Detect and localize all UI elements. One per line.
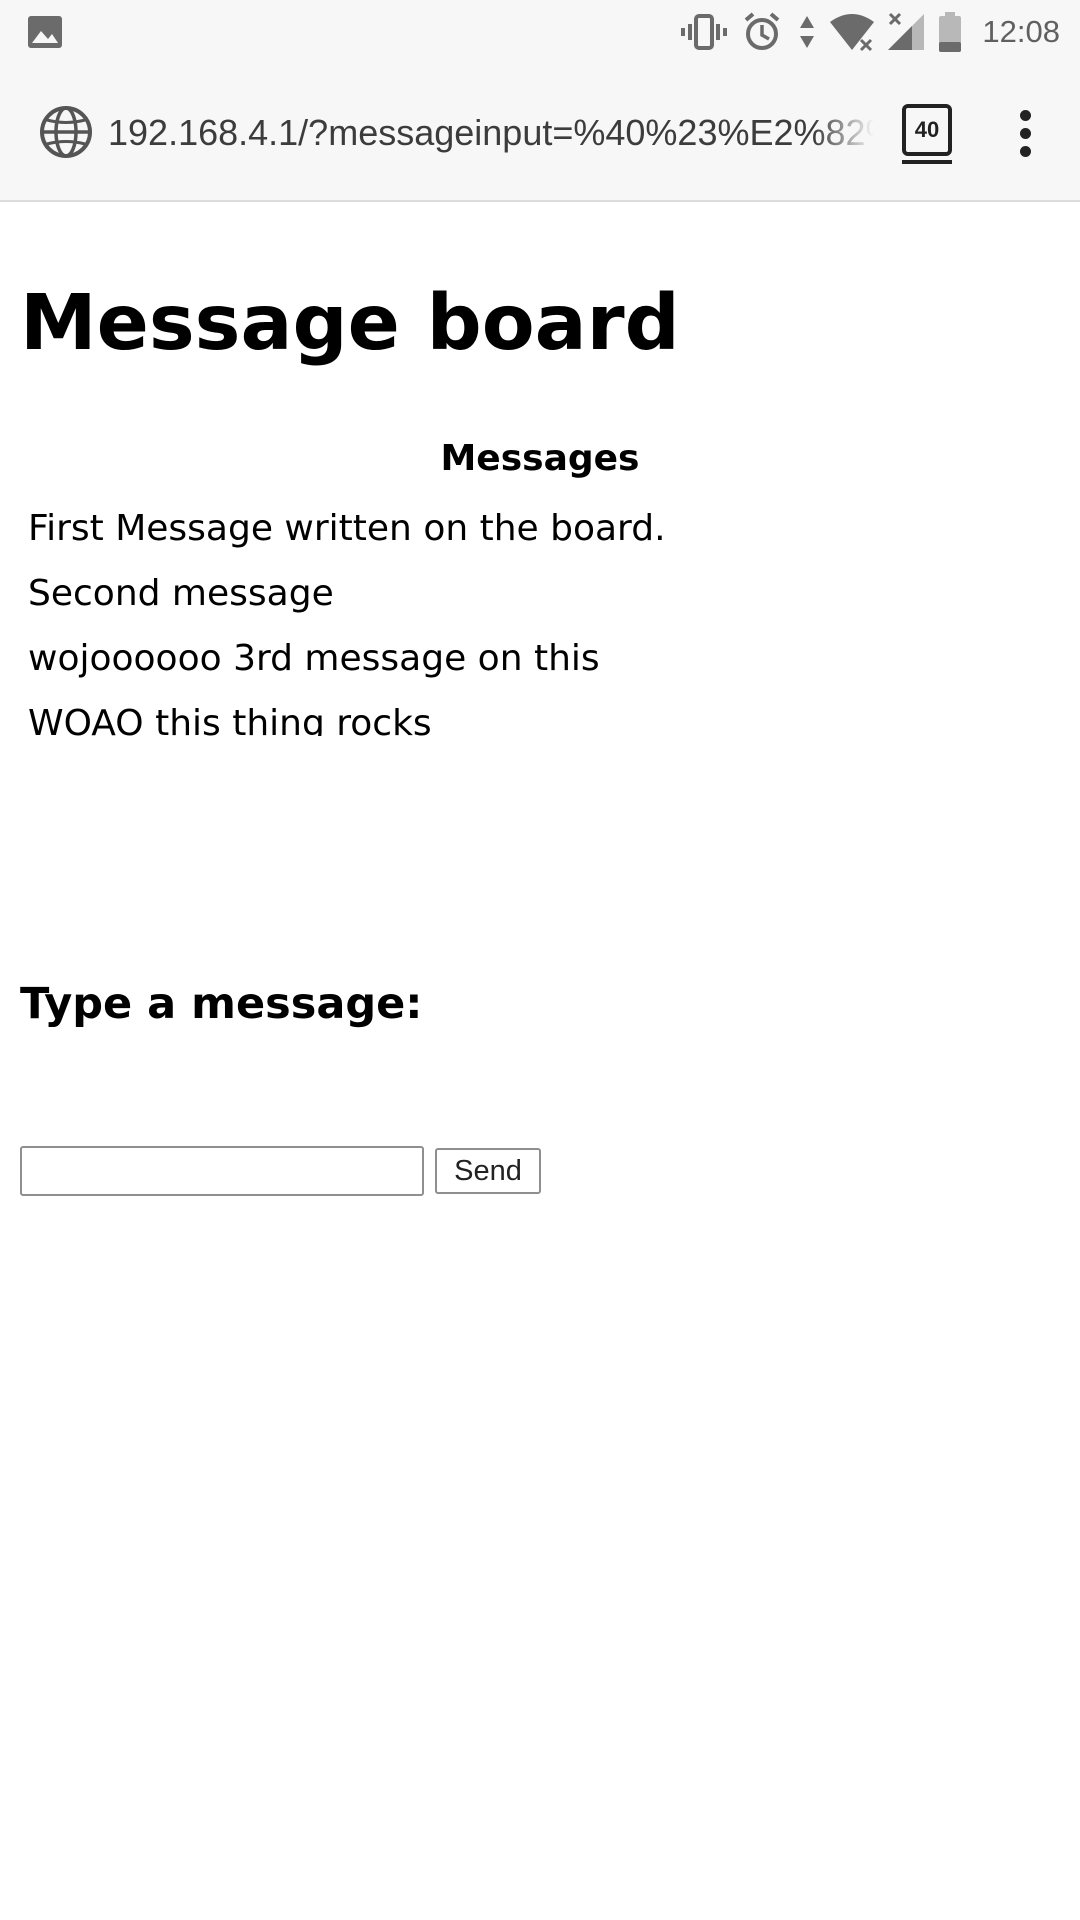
tab-switcher-button[interactable]: 40	[902, 104, 952, 156]
messages-heading: Messages	[440, 438, 640, 479]
message-item: First Message written on the board.	[28, 508, 666, 549]
message-item: Second message	[28, 573, 334, 614]
browser-toolbar: 192.168.4.1/?messageinput=%40%23%E2%82%A…	[0, 64, 1080, 202]
message-input[interactable]	[20, 1146, 424, 1196]
tab-switcher-underline	[902, 160, 952, 164]
vibrate-icon	[681, 14, 728, 50]
menu-dot-icon	[1020, 110, 1031, 121]
menu-dot-icon	[1020, 128, 1031, 139]
battery-icon	[939, 12, 962, 52]
message-item: wojoooooo 3rd message on this	[28, 638, 600, 679]
status-time: 12:08	[982, 14, 1060, 49]
status-bar: 12:08	[0, 0, 1080, 64]
url-bar[interactable]: 192.168.4.1/?messageinput=%40%23%E2%82%A…	[108, 108, 874, 158]
url-text: 192.168.4.1/?messageinput=%40%23%E2%82%A…	[108, 112, 874, 153]
cell-signal-no-service-icon	[888, 12, 925, 50]
menu-dot-icon	[1020, 146, 1031, 157]
message-item: WOAO this thing rocks	[28, 703, 432, 736]
message-list: First Message written on the board. Seco…	[28, 496, 1068, 736]
status-icons: 12:08	[680, 8, 1060, 56]
input-heading: Type a message:	[20, 979, 423, 1029]
globe-icon[interactable]	[38, 104, 94, 160]
page-title: Message board	[20, 279, 680, 368]
image-notification-icon	[28, 16, 62, 48]
wifi-no-internet-icon	[830, 14, 875, 52]
overflow-menu-button[interactable]	[1006, 104, 1046, 164]
alarm-icon	[745, 12, 780, 50]
data-arrows-icon	[800, 16, 815, 48]
url-fade	[814, 108, 874, 158]
tab-count: 40	[914, 117, 940, 142]
send-button[interactable]: Send	[435, 1148, 541, 1194]
